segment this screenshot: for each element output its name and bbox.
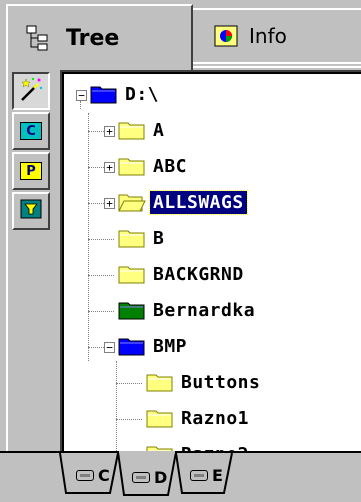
tree-connector-vertical [88,113,89,361]
tab-tree[interactable]: Tree [6,4,193,70]
folder-icon [146,407,174,429]
tab-info[interactable]: Info [193,8,361,64]
tree-node-label: B [153,227,165,249]
tree-connector-vertical [80,101,81,109]
drive-tab-e[interactable]: E [190,455,223,495]
folder-icon [118,227,146,249]
tree-connector-horizontal [116,383,142,384]
tab-tree-label: Tree [66,25,120,51]
tree-node-label: Bernardka [153,299,256,321]
tree-connector-horizontal [88,275,114,276]
tree-node[interactable]: Buttons [146,365,263,399]
folder-icon [146,443,174,451]
tree-node[interactable]: A [118,113,167,147]
view-tabs: Tree Info [0,0,361,70]
c-icon: C [20,122,42,140]
filter-icon [20,199,42,223]
magic-wand-icon [18,76,44,106]
tree-node[interactable]: B [118,221,167,255]
collapse-button[interactable]: − [76,90,87,101]
expand-button[interactable]: + [104,126,115,137]
tree-node-label: ALLSWAGS [149,189,248,215]
folder-icon [118,299,146,321]
tree-connector-horizontal [116,419,142,420]
tree-node[interactable]: ABC [118,149,190,183]
drive-tab-e-label: E [212,465,223,485]
toolbar-filter-button[interactable] [12,192,50,230]
toolbar-c-button[interactable]: C [12,112,50,150]
folder-icon [118,155,146,177]
tree-icon [26,25,52,51]
tree-node[interactable]: Razno2 [146,437,252,451]
folder-icon [90,83,118,105]
drive-tab-c-label: C [98,465,110,485]
drive-tab-d-label: D [154,467,168,487]
tree-node-label: Razno2 [178,443,252,452]
info-icon [213,23,239,49]
drive-tabs-outline [0,451,361,496]
drive-icon [132,471,150,483]
tree-node-label: ABC [153,155,188,177]
wizard-button[interactable] [12,72,50,110]
tree-connector-vertical [116,361,117,451]
folder-icon [118,335,146,357]
expand-button[interactable]: + [104,162,115,173]
collapse-button[interactable]: − [104,342,115,353]
folder-tree-canvas: D:\ − A + ABC + ALLSWAGS + B BACKGRND Bernardka BMP… [62,72,361,451]
tree-node-label: Buttons [181,371,261,393]
tree-node-label: D:\ [125,83,160,105]
tree-node-label: BACKGRND [153,263,244,285]
tab-info-label: Info [249,24,287,48]
drive-tab-c[interactable]: C [76,455,110,495]
tree-connector-horizontal [88,311,114,312]
drive-tabs: C D E [0,451,361,502]
drive-tab-d[interactable]: D [132,457,167,497]
tree-connector-horizontal [88,239,114,240]
tree-node[interactable]: Razno1 [146,401,252,435]
p-icon: P [20,162,42,180]
drive-icon [76,469,94,481]
expand-button[interactable]: + [104,198,115,209]
folder-icon [146,371,174,393]
tree-node[interactable]: D:\ [90,77,162,111]
tree-node[interactable]: BACKGRND [118,257,247,291]
tree-node[interactable]: BMP [118,329,190,363]
folder-tree[interactable]: D:\ − A + ABC + ALLSWAGS + B BACKGRND Bernardka BMP… [60,70,361,451]
drive-icon [190,469,208,481]
folder-icon [118,191,146,213]
tree-node[interactable]: ALLSWAGS [118,185,248,219]
toolbar-p-button[interactable]: P [12,152,50,190]
tree-node-label: BMP [153,335,188,357]
tree-node-label: Razno1 [181,407,250,429]
folder-icon [118,119,146,141]
folder-icon [118,263,146,285]
tree-node[interactable]: Bernardka [118,293,258,327]
tree-node-label: A [153,119,165,141]
